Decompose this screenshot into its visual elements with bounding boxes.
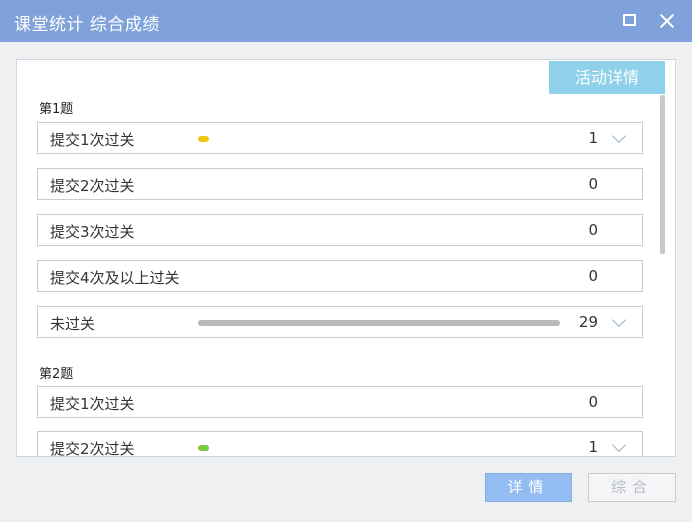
row-count: 1: [588, 438, 598, 456]
window-title: 课堂统计 综合成绩: [14, 15, 160, 35]
stats-panel: 活动详情 第1题 提交1次过关 1 提交2次过关 0 提交3次过关 0 提交4次…: [16, 59, 676, 457]
question-1-label: 第1题: [39, 102, 74, 117]
q2-row-pass-2[interactable]: 提交2次过关 1: [37, 431, 643, 457]
row-count: 0: [588, 267, 598, 285]
row-count: 0: [588, 175, 598, 193]
activity-details-button[interactable]: 活动详情: [549, 61, 665, 94]
row-label: 提交4次及以上过关: [50, 269, 180, 287]
row-label: 提交1次过关: [50, 131, 135, 149]
q1-not-passed-bar: [198, 320, 560, 326]
q1-row-pass-4plus: 提交4次及以上过关 0: [37, 260, 643, 292]
row-count: 0: [588, 393, 598, 411]
row-label: 提交2次过关: [50, 440, 135, 457]
q2-row-pass-1: 提交1次过关 0: [37, 386, 643, 418]
q1-row-pass-3: 提交3次过关 0: [37, 214, 643, 246]
row-label: 未过关: [50, 315, 96, 333]
vertical-scrollbar[interactable]: [660, 95, 665, 254]
q2-pass-2-bar: [198, 445, 209, 451]
q1-pass-1-bar: [198, 136, 209, 142]
chevron-down-icon[interactable]: [611, 128, 627, 144]
title-bar: 课堂统计 综合成绩: [0, 0, 692, 42]
q1-row-pass-2: 提交2次过关 0: [37, 168, 643, 200]
row-label: 提交2次过关: [50, 177, 135, 195]
chevron-down-icon[interactable]: [611, 312, 627, 328]
q1-row-pass-1[interactable]: 提交1次过关 1: [37, 122, 643, 154]
row-count: 0: [588, 221, 598, 239]
detail-button[interactable]: 详情: [485, 473, 572, 502]
row-count: 29: [578, 313, 598, 331]
chevron-down-icon[interactable]: [611, 437, 627, 453]
maximize-icon[interactable]: [621, 11, 641, 31]
row-label: 提交1次过关: [50, 395, 135, 413]
question-2-label: 第2题: [39, 367, 74, 382]
row-count: 1: [588, 129, 598, 147]
row-label: 提交3次过关: [50, 223, 135, 241]
close-icon[interactable]: [657, 11, 677, 31]
overall-button[interactable]: 综合: [588, 473, 676, 502]
q1-row-not-passed[interactable]: 未过关 29: [37, 306, 643, 338]
